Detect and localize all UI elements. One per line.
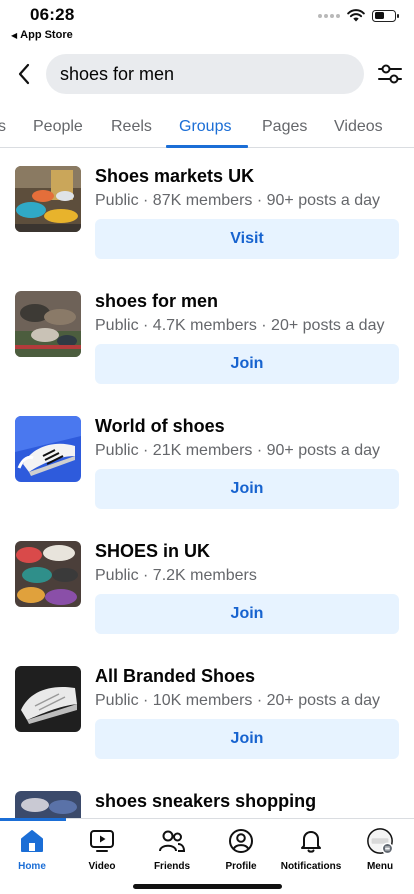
visit-button[interactable]: Visit <box>95 219 399 259</box>
join-button[interactable]: Join <box>95 469 399 509</box>
group-name[interactable]: shoes for men <box>95 291 218 312</box>
group-name[interactable]: SHOES in UK <box>95 541 210 562</box>
group-thumbnail[interactable] <box>15 666 81 732</box>
search-tabs: s People Reels Groups Pages Videos <box>0 108 414 148</box>
join-button[interactable]: Join <box>95 344 399 384</box>
group-result[interactable]: World of shoes Public · 21K members · 90… <box>0 416 414 526</box>
nav-menu[interactable]: Menu <box>345 827 414 872</box>
cellular-signal-icon <box>318 13 340 18</box>
home-indicator <box>133 884 282 889</box>
back-triangle-icon: ◀ <box>11 30 18 40</box>
nav-profile-label: Profile <box>225 861 257 872</box>
menu-avatar-icon <box>367 828 394 855</box>
status-icons <box>318 9 399 22</box>
tab-videos[interactable]: Videos <box>334 118 383 136</box>
status-bar: 06:28 ◀ App Store <box>0 0 414 46</box>
bell-icon <box>301 831 321 853</box>
group-name[interactable]: World of shoes <box>95 416 225 437</box>
wifi-icon <box>347 9 365 22</box>
profile-icon <box>229 829 253 853</box>
chevron-left-icon <box>18 63 30 85</box>
nav-menu-label: Menu <box>366 861 394 872</box>
battery-icon <box>372 9 399 22</box>
group-meta: Public · 4.7K members · 20+ posts a day <box>95 317 385 334</box>
group-result[interactable]: shoes for men Public · 4.7K members · 20… <box>0 291 414 401</box>
nav-friends-label: Friends <box>153 861 191 872</box>
filter-sliders-icon <box>378 64 402 84</box>
search-input[interactable]: shoes for men <box>46 54 364 94</box>
group-result[interactable]: All Branded Shoes Public · 10K members ·… <box>0 666 414 776</box>
nav-video[interactable]: Video <box>67 827 137 872</box>
back-button[interactable] <box>10 58 38 90</box>
join-button[interactable]: Join <box>95 719 399 759</box>
group-meta: Public · 10K members · 20+ posts a day <box>95 692 381 709</box>
join-button[interactable]: Join <box>95 594 399 634</box>
tab-all[interactable]: s <box>0 118 6 136</box>
group-name[interactable]: shoes sneakers shopping <box>95 791 316 812</box>
group-name[interactable]: Shoes markets UK <box>95 166 254 187</box>
search-header: shoes for men <box>0 54 414 94</box>
group-thumbnail[interactable] <box>15 416 81 482</box>
group-meta: Public · 7.2K members <box>95 567 257 584</box>
active-tab-indicator <box>166 145 248 148</box>
group-meta: Public · 87K members · 90+ posts a day <box>95 192 381 209</box>
back-to-app-label: App Store <box>20 29 73 41</box>
status-time: 06:28 <box>30 5 75 24</box>
tab-people[interactable]: People <box>33 118 83 136</box>
group-result[interactable]: SHOES in UK Public · 7.2K members Join <box>0 541 414 651</box>
nav-friends[interactable]: Friends <box>137 827 207 872</box>
friends-icon <box>159 830 186 852</box>
active-nav-indicator <box>0 818 66 821</box>
group-name[interactable]: All Branded Shoes <box>95 666 255 687</box>
group-result[interactable]: Shoes markets UK Public · 87K members · … <box>0 166 414 276</box>
nav-home[interactable]: Home <box>0 827 67 872</box>
bottom-nav: Home Video Friends Profile Notifications… <box>0 818 414 894</box>
group-meta: Public · 21K members · 90+ posts a day <box>95 442 381 459</box>
nav-notifications-label: Notifications <box>280 861 342 872</box>
tab-pages[interactable]: Pages <box>262 118 307 136</box>
home-icon <box>21 830 43 852</box>
filter-button[interactable] <box>376 60 404 88</box>
video-icon <box>90 830 114 852</box>
back-to-app-link[interactable]: ◀ App Store <box>11 29 73 41</box>
group-thumbnail[interactable] <box>15 291 81 357</box>
nav-notifications[interactable]: Notifications <box>276 827 346 872</box>
tab-groups[interactable]: Groups <box>179 118 231 136</box>
nav-profile[interactable]: Profile <box>206 827 276 872</box>
nav-home-label: Home <box>18 861 46 872</box>
nav-video-label: Video <box>88 861 116 872</box>
group-thumbnail[interactable] <box>15 541 81 607</box>
group-thumbnail[interactable] <box>15 166 81 232</box>
tab-reels[interactable]: Reels <box>111 118 152 136</box>
